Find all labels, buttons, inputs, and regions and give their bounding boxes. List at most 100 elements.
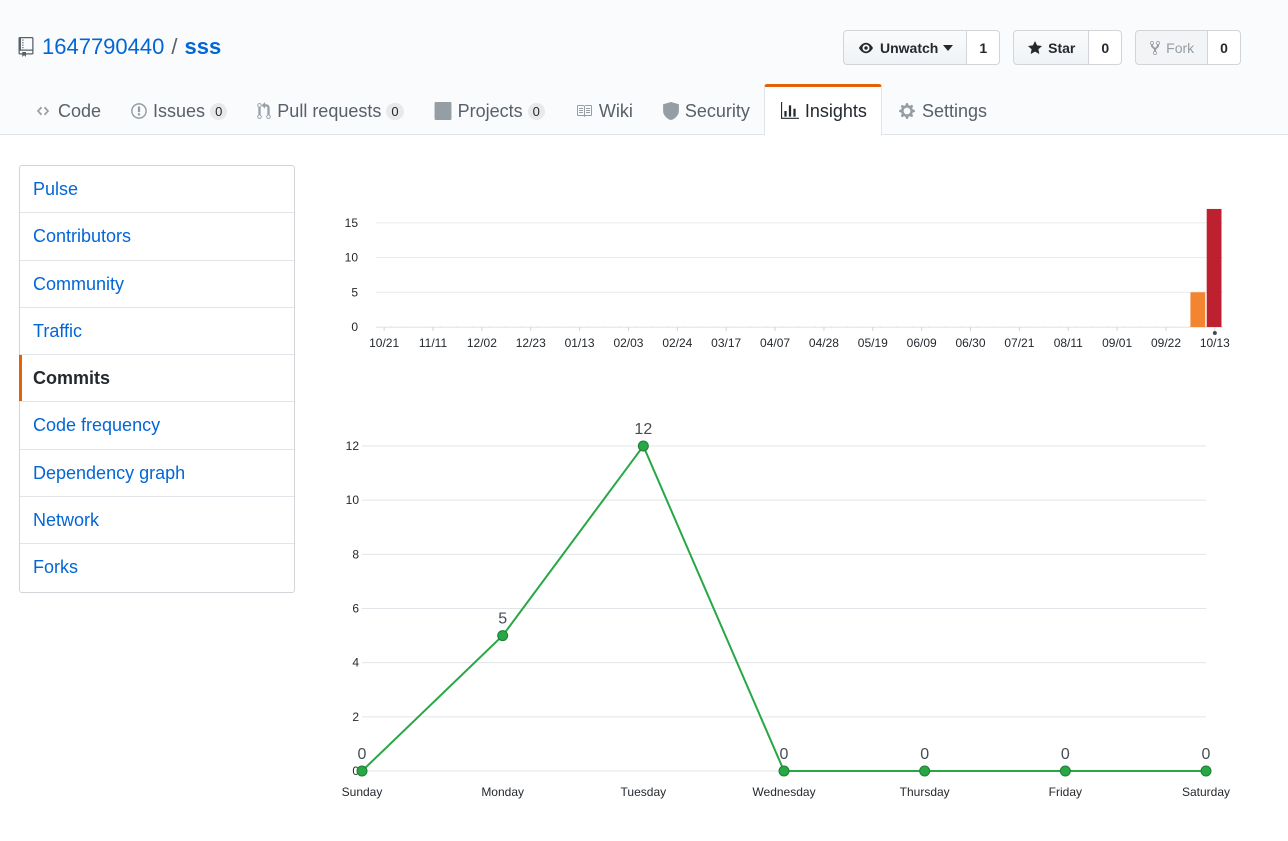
data-label: 12	[634, 421, 652, 438]
data-point	[778, 765, 790, 777]
bar	[897, 326, 913, 327]
fork-group: Fork 0	[1135, 30, 1241, 65]
pull-request-icon	[257, 102, 272, 119]
sidebar-item-pulse[interactable]: Pulse	[20, 166, 294, 214]
tab-wiki[interactable]: Wiki	[559, 84, 647, 135]
y-tick-label: 10	[346, 493, 360, 507]
tab-security[interactable]: Security	[647, 84, 764, 135]
y-tick-label: 0	[351, 320, 358, 334]
sidebar-item-community[interactable]: Community	[20, 261, 294, 308]
data-label: 0	[1202, 746, 1211, 763]
bar	[376, 326, 391, 327]
x-tick-label: Thursday	[900, 785, 950, 799]
bar	[392, 326, 408, 327]
repo-name-link[interactable]: sss	[184, 33, 221, 61]
x-tick-label: Tuesday	[621, 785, 667, 799]
stargazers-count[interactable]: 0	[1089, 30, 1123, 65]
weekly-commits-bar-chart: 0 5 10 15 10/21 11/11 12/02 12/23 01/13 02/03 02/2…	[345, 208, 1230, 350]
bar	[441, 326, 456, 327]
bar	[522, 326, 538, 327]
tab-settings[interactable]: Settings	[882, 84, 1001, 135]
x-tick-label: 03/17	[711, 336, 741, 350]
bar	[913, 326, 929, 327]
unwatch-button[interactable]: Unwatch	[843, 30, 968, 65]
bar	[604, 326, 619, 327]
bar	[1190, 292, 1206, 327]
pull-requests-counter: 0	[386, 102, 404, 120]
star-button[interactable]: Star	[1013, 30, 1090, 65]
bar	[1027, 326, 1043, 327]
sidebar-item-contributors[interactable]: Contributors	[20, 213, 294, 261]
tab-projects[interactable]: Projects 0	[418, 84, 559, 135]
bar	[701, 326, 717, 327]
x-tick-label: Wednesday	[752, 785, 815, 799]
bar	[424, 326, 440, 327]
eye-icon	[859, 42, 873, 53]
bar	[555, 326, 570, 327]
bar	[685, 326, 701, 327]
tab-code[interactable]: Code	[18, 84, 115, 135]
bar	[636, 326, 652, 327]
x-tick-label: 12/23	[516, 336, 546, 350]
daily-commits-line-chart: 0 2 4 6 8 10 12 0 Sunday 5 Monday 12 Tuesday 0 Wednesd…	[342, 421, 1230, 799]
sidebar-item-traffic[interactable]: Traffic	[20, 308, 294, 356]
repo-owner-link[interactable]: 1647790440	[42, 33, 164, 61]
star-icon	[1028, 40, 1043, 54]
y-tick-label: 6	[352, 602, 359, 616]
data-point	[1059, 765, 1071, 777]
chevron-down-icon	[943, 44, 954, 51]
bar	[815, 326, 831, 327]
bar	[506, 326, 522, 327]
sidebar-item-dependency-graph[interactable]: Dependency graph	[20, 450, 294, 498]
tab-insights[interactable]: Insights	[763, 84, 882, 136]
fork-button[interactable]: Fork	[1135, 30, 1209, 65]
watchers-count[interactable]: 1	[967, 30, 1001, 65]
bar	[1206, 208, 1222, 327]
graph-icon	[780, 102, 799, 119]
tab-pull-requests[interactable]: Pull requests 0	[241, 84, 417, 135]
bar	[1076, 326, 1092, 327]
bar	[408, 326, 424, 327]
sidebar-item-network[interactable]: Network	[20, 497, 294, 545]
x-tick-label: 07/21	[1004, 336, 1034, 350]
x-tick-label: 12/02	[467, 336, 497, 350]
x-tick-label: 09/01	[1102, 336, 1132, 350]
bar	[1157, 326, 1173, 327]
star-label: Star	[1048, 39, 1076, 56]
bar	[1125, 326, 1141, 327]
tab-label: Wiki	[598, 100, 633, 121]
sidebar-item-commits[interactable]: Commits	[19, 355, 294, 403]
fork-label: Fork	[1166, 39, 1195, 56]
tab-label: Issues	[153, 100, 206, 121]
sidebar-item-code-frequency[interactable]: Code frequency	[20, 402, 294, 450]
y-tick-label: 12	[346, 439, 360, 453]
bar	[457, 326, 473, 327]
bar	[1174, 326, 1189, 327]
y-tick-label: 5	[351, 285, 358, 299]
x-tick-label: 06/09	[907, 336, 937, 350]
y-tick-label: 4	[352, 656, 359, 670]
data-point	[1200, 765, 1212, 777]
x-tick-label: 06/30	[956, 336, 986, 350]
projects-counter: 0	[527, 102, 545, 120]
bar	[652, 326, 668, 327]
y-tick-label: 2	[352, 710, 359, 724]
x-tick-label: 02/24	[662, 336, 692, 350]
bar	[718, 326, 733, 327]
x-tick-label: Monday	[481, 785, 524, 799]
bar	[929, 326, 945, 327]
y-tick-label: 8	[352, 547, 359, 561]
x-tick-label: Sunday	[342, 785, 383, 799]
data-point	[356, 765, 368, 777]
bar	[766, 326, 782, 327]
gear-icon	[899, 103, 915, 119]
tab-issues[interactable]: Issues 0	[115, 84, 241, 135]
forks-count[interactable]: 0	[1208, 30, 1241, 65]
bar	[864, 326, 880, 327]
x-tick-label: Friday	[1049, 785, 1082, 799]
sidebar-item-forks[interactable]: Forks	[20, 544, 294, 591]
bar	[962, 326, 978, 327]
unwatch-label: Unwatch	[880, 39, 939, 56]
tab-label: Pull requests	[277, 100, 382, 121]
x-tick-label: 08/11	[1054, 336, 1083, 350]
